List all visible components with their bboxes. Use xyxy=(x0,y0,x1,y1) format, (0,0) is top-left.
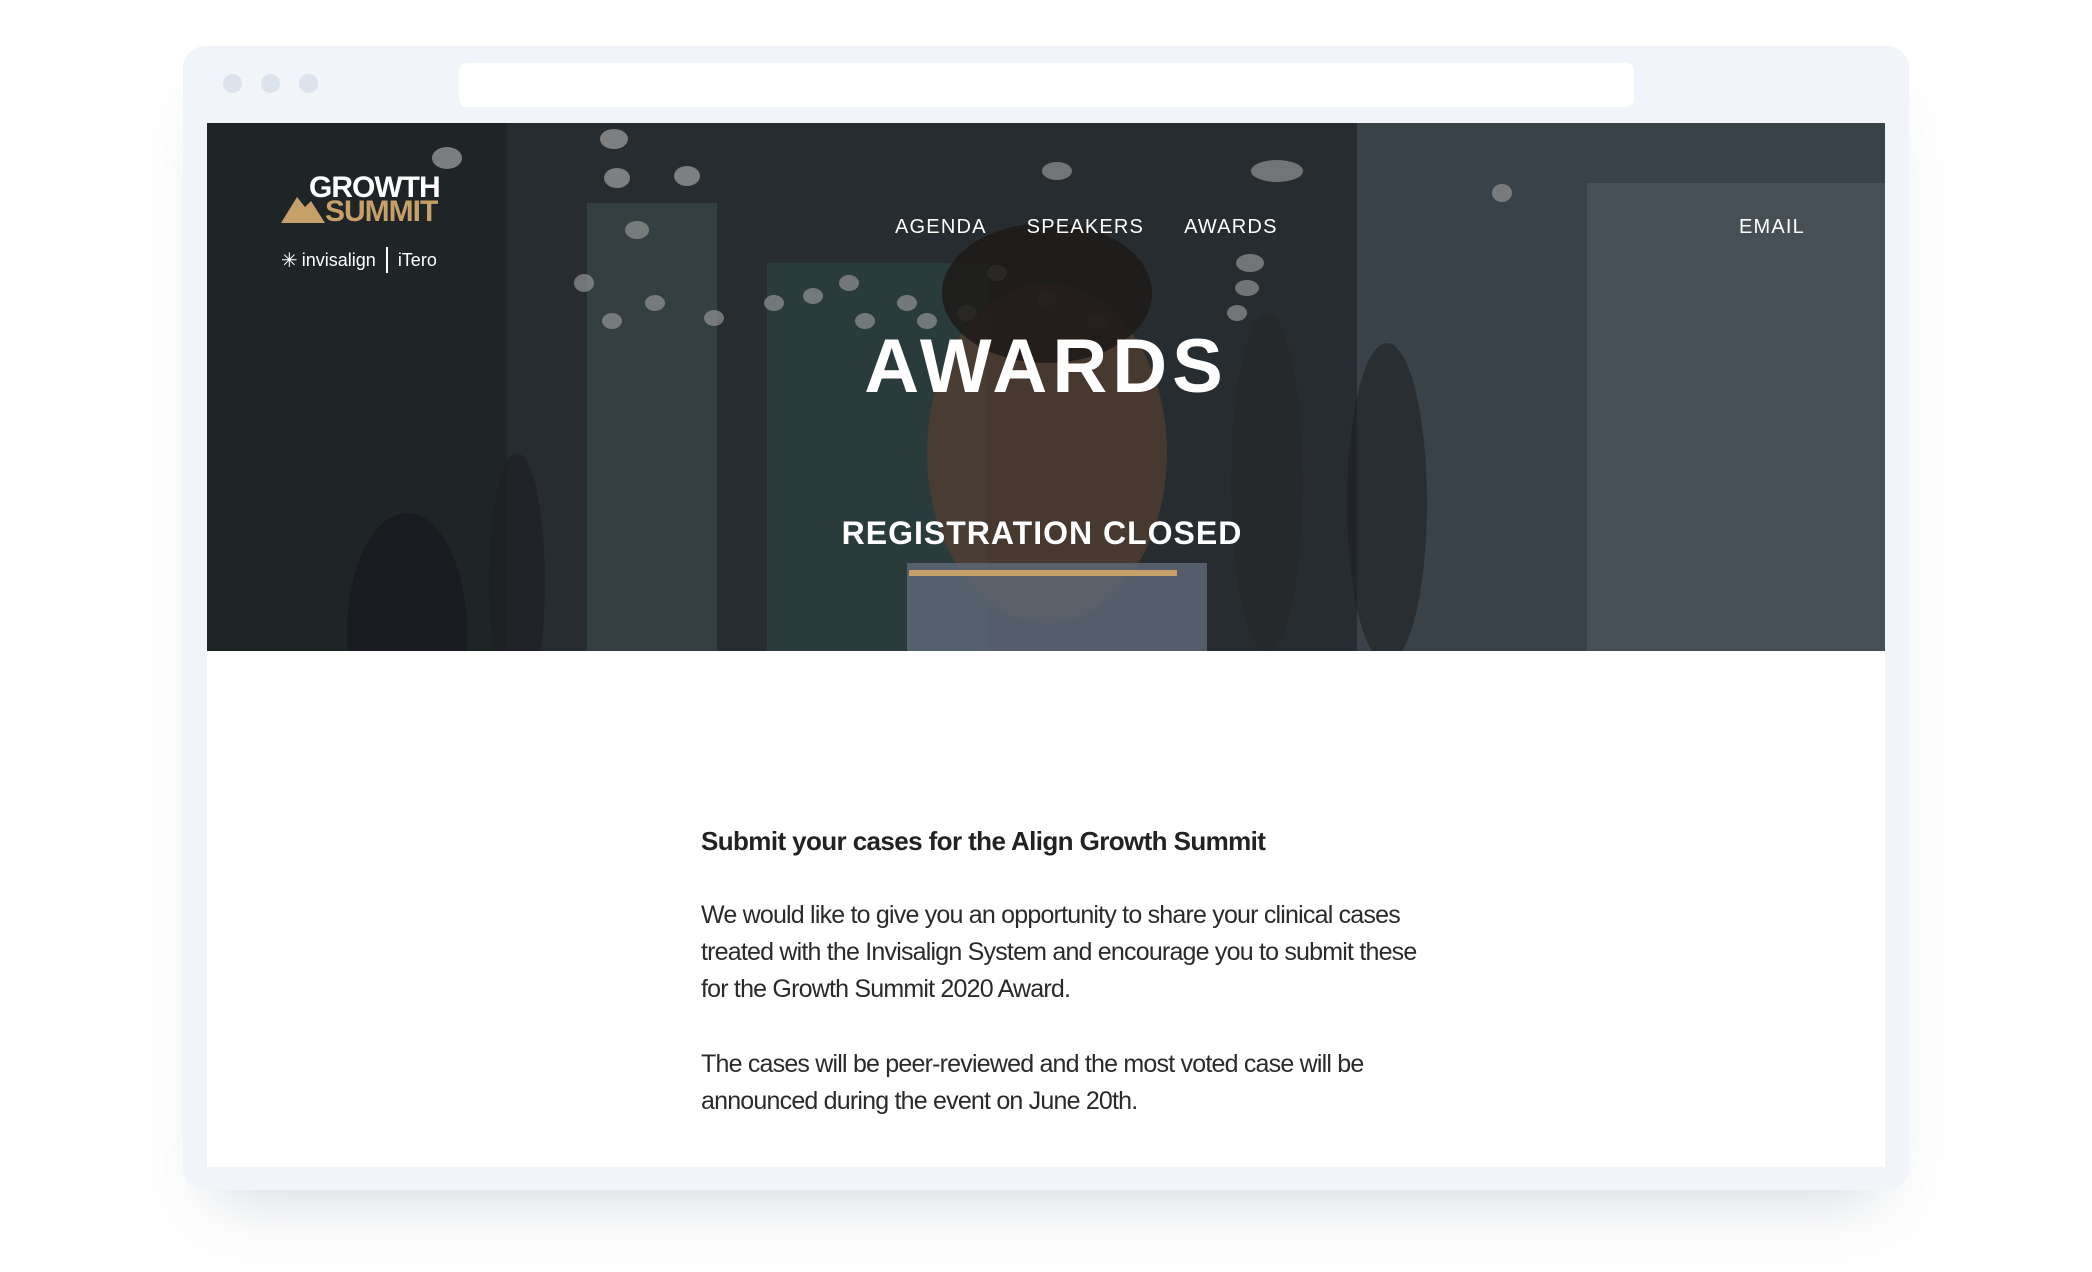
invisalign-star-icon: ✳ xyxy=(281,249,298,272)
accent-underline xyxy=(909,570,1177,576)
address-bar[interactable] xyxy=(459,63,1634,107)
page-viewport: GROWTH SUMMIT ✳ invisalign iTero AGENDA … xyxy=(207,123,1885,1167)
logo-summit-text: SUMMIT xyxy=(325,195,438,228)
page-title: AWARDS xyxy=(864,324,1228,409)
itero-brand: iTero xyxy=(397,249,437,270)
paragraph-intro: We would like to give you an opportunity… xyxy=(701,901,1417,1003)
registration-status: REGISTRATION CLOSED xyxy=(841,515,1243,551)
partner-brands: ✳ invisalign iTero xyxy=(281,247,437,273)
nav-item-agenda[interactable]: AGENDA xyxy=(895,216,987,239)
close-dot[interactable] xyxy=(223,74,242,93)
awards-content: Submit your cases for the Align Growth S… xyxy=(701,823,1421,1158)
section-heading: Submit your cases for the Align Growth S… xyxy=(701,826,1266,856)
minimize-dot[interactable] xyxy=(261,74,280,93)
invisalign-brand: invisalign xyxy=(301,249,376,270)
brand-divider xyxy=(385,247,388,273)
email-link[interactable]: EMAIL xyxy=(1739,216,1805,239)
paragraph-review: The cases will be peer-reviewed and the … xyxy=(701,1050,1364,1115)
main-nav: AGENDA SPEAKERS AWARDS xyxy=(895,216,1278,239)
nav-item-speakers[interactable]: SPEAKERS xyxy=(1027,216,1144,239)
nav-item-awards[interactable]: AWARDS xyxy=(1184,216,1278,239)
browser-window: GROWTH SUMMIT ✳ invisalign iTero AGENDA … xyxy=(183,46,1909,1190)
hero-banner: GROWTH SUMMIT ✳ invisalign iTero AGENDA … xyxy=(207,123,1885,651)
window-controls xyxy=(223,74,318,93)
maximize-dot[interactable] xyxy=(299,74,318,93)
